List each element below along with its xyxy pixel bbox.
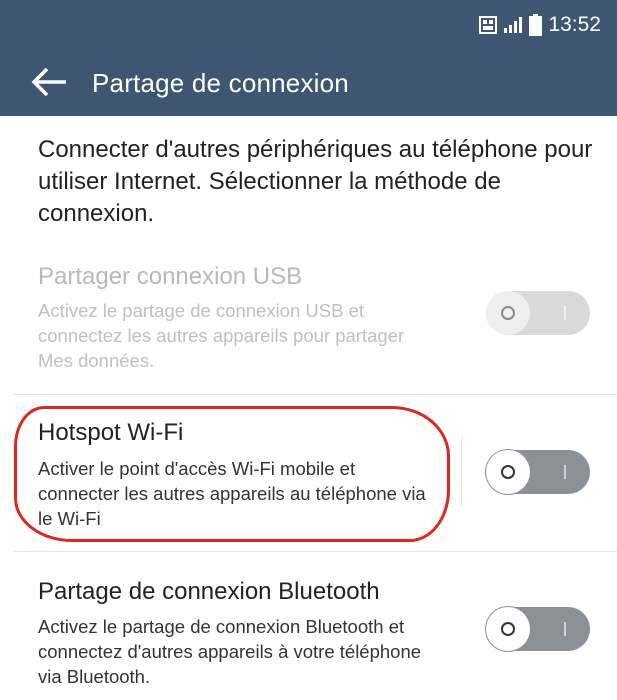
bluetooth-tethering-option[interactable]: Partage de connexion Bluetooth Activez l… [0,574,617,700]
toggle-bar [564,306,566,320]
arrow-left-icon[interactable] [30,64,70,100]
option-title: Partage de connexion Bluetooth [38,578,380,605]
wifi-hotspot-option[interactable]: Hotspot Wi-Fi Activer le point d'accès W… [0,416,617,546]
signal-icon [504,17,523,33]
toggle-thumb [486,607,530,651]
toggle-bar [564,465,566,479]
divider [14,394,617,395]
vertical-divider [461,436,462,506]
page-title: Partage de connexion [92,68,349,98]
status-time: 13:52 [548,13,601,36]
toggle-bar [564,622,566,636]
option-title: Partager connexion USB [38,263,303,290]
intro-text: Connecter d'autres périphériques au télé… [38,136,593,227]
toggle-thumb [486,450,530,494]
status-icons: 13:52 [479,0,601,50]
usb-tethering-option: Partager connexion USB Activez le partag… [0,260,617,390]
sim-icon [479,16,498,34]
toggle-thumb [486,291,530,335]
wifi-hotspot-toggle[interactable] [486,450,590,494]
usb-tethering-toggle[interactable] [486,291,590,335]
status-bar: 13:52 [0,0,617,50]
battery-icon [529,14,543,36]
app-bar: Partage de connexion [0,50,617,116]
option-description: Activer le point d'accès Wi-Fi mobile et… [38,458,426,529]
bluetooth-tethering-toggle[interactable] [486,607,590,651]
divider [14,551,617,552]
option-description: Activez le partage de connexion Bluetoot… [38,616,422,687]
option-title: Hotspot Wi-Fi [38,419,184,446]
option-description: Activez le partage de connexion USB et c… [38,300,405,371]
